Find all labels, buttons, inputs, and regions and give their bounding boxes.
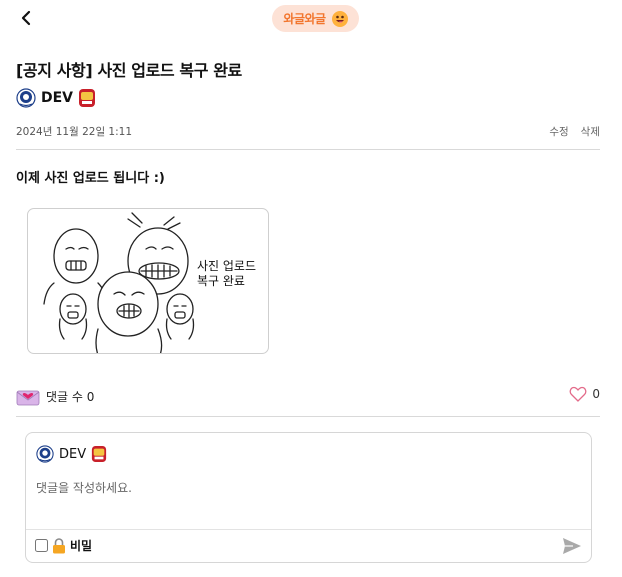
comment-form-footer: 비밀 <box>26 529 591 562</box>
edit-button[interactable]: 수정 <box>549 124 568 139</box>
comment-author-name: DEV <box>59 446 87 462</box>
secret-checkbox[interactable] <box>35 539 48 552</box>
comment-input[interactable] <box>36 481 576 495</box>
like-button[interactable]: 0 <box>569 386 600 402</box>
secret-toggle[interactable]: 비밀 <box>35 537 92 554</box>
team-emblem-icon <box>36 445 54 463</box>
post-author[interactable]: DEV <box>16 88 96 108</box>
comment-count-label: 댓글 수 0 <box>46 389 95 404</box>
heart-outline-icon <box>569 386 587 402</box>
comment-count: 댓글 수 0 <box>16 386 94 406</box>
send-button[interactable] <box>561 536 583 556</box>
divider <box>16 149 600 150</box>
top-bar: 와글와글 <box>0 0 622 38</box>
team-badge-icon <box>79 89 96 107</box>
post-date: 2024년 11월 22일 1:11 <box>16 126 133 138</box>
post-actions: 수정 삭제 <box>549 124 600 139</box>
delete-button[interactable]: 삭제 <box>581 124 600 139</box>
team-badge-icon <box>92 446 107 462</box>
like-count: 0 <box>592 387 600 401</box>
secret-label: 비밀 <box>70 539 93 553</box>
author-name: DEV <box>41 90 74 106</box>
back-button[interactable] <box>18 8 36 28</box>
post-image[interactable]: 사진 업로드 복구 완료 <box>27 208 269 354</box>
comment-form: DEV 비밀 <box>25 432 592 563</box>
image-caption: 사진 업로드 복구 완료 <box>197 259 256 289</box>
reaction-bar: 댓글 수 0 0 <box>16 384 600 408</box>
divider <box>16 416 600 417</box>
brand-label: 와글와글 <box>283 12 326 26</box>
team-emblem-icon <box>16 88 36 108</box>
chevron-left-icon <box>21 10 31 26</box>
brand-logo[interactable]: 와글와글 <box>272 5 359 32</box>
post-body: 이제 사진 업로드 됩니다 :) <box>16 171 165 186</box>
lock-icon <box>53 537 65 553</box>
smiley-face-icon <box>331 10 348 27</box>
paper-plane-icon <box>563 538 581 554</box>
love-letter-icon <box>16 390 40 406</box>
comment-author: DEV <box>36 445 107 463</box>
image-caption-line: 사진 업로드 <box>197 259 257 273</box>
post-title: [공지 사항] 사진 업로드 복구 완료 <box>16 61 242 80</box>
image-caption-line: 복구 완료 <box>197 274 245 288</box>
